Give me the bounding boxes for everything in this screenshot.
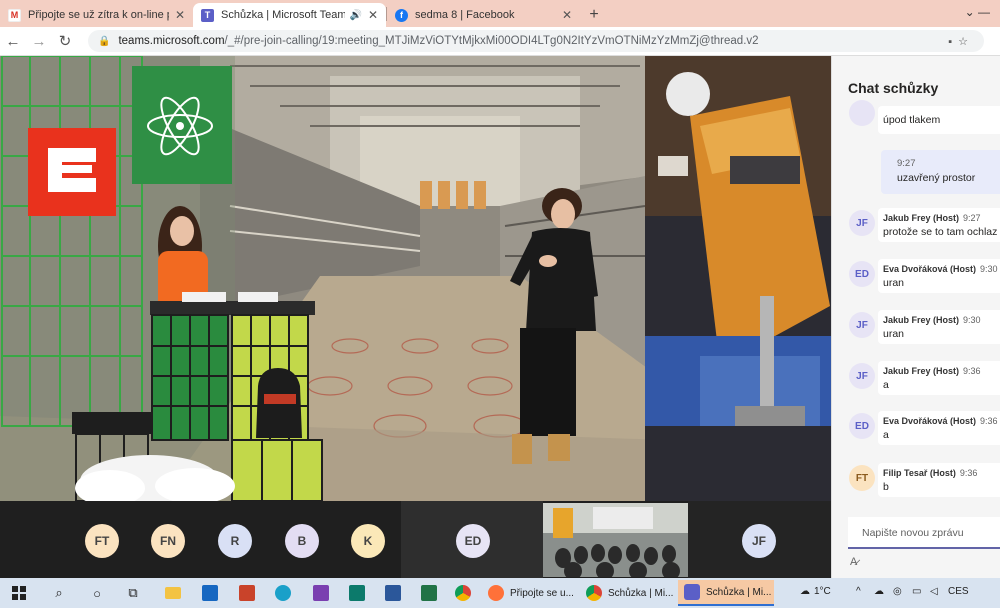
url-text: teams.microsoft.com/_#/pre-join-calling/… bbox=[118, 35, 759, 47]
message-bubble: Jakub Frey (Host) 9:27 protože se to tam … bbox=[878, 208, 1000, 242]
message-bubble: Jakub Frey (Host) 9:30 uran bbox=[878, 310, 1000, 344]
avatar: JF bbox=[849, 363, 875, 389]
facebook-icon: f bbox=[395, 8, 408, 22]
browser-toolbar: ← → ↻ 🔒 teams.microsoft.com/_#/pre-join-… bbox=[0, 27, 1000, 56]
teams-tray-icon[interactable]: ◎ bbox=[893, 586, 902, 597]
onenote-icon[interactable] bbox=[310, 582, 332, 604]
message-bubble: Filip Tesař (Host) 9:36 b bbox=[878, 463, 1000, 497]
taskbar-app-teams[interactable]: Schůzka | Mi... bbox=[678, 580, 774, 606]
participants-strip: FT FN R B K ED JF bbox=[0, 501, 831, 578]
onedrive-icon[interactable]: ☁ bbox=[874, 586, 884, 597]
language-indicator[interactable]: CES bbox=[948, 586, 969, 597]
stage-video-illustration bbox=[0, 56, 831, 501]
teams-icon: T bbox=[201, 8, 214, 22]
message-bubble: Jakub Frey (Host) 9:36 a bbox=[878, 361, 1000, 395]
close-icon[interactable]: ✕ bbox=[175, 8, 185, 22]
participant-video-tile[interactable] bbox=[543, 503, 688, 577]
powerpoint-icon[interactable] bbox=[236, 582, 258, 604]
participant-avatar[interactable]: K bbox=[351, 524, 385, 558]
tab-title: sedma 8 | Facebook bbox=[415, 9, 515, 21]
avatar: FT bbox=[849, 465, 875, 491]
windows-taskbar: ⌕ ○ ⧉ Připojte se u... Schůzka | Mi... S… bbox=[0, 578, 1000, 608]
excel-icon[interactable] bbox=[418, 582, 440, 604]
tab-teams[interactable]: T Schůzka | Microsoft Teams 🔊 ✕ bbox=[193, 3, 386, 27]
participant-tile[interactable]: JF bbox=[688, 501, 831, 578]
gmail-icon: M bbox=[8, 8, 21, 22]
participant-avatar: ED bbox=[456, 524, 490, 558]
chat-compose-input[interactable]: Napište novou zprávu bbox=[848, 517, 1000, 549]
task-view-icon[interactable]: ⧉ bbox=[122, 582, 144, 604]
word-icon[interactable] bbox=[382, 582, 404, 604]
participant-avatar[interactable]: FT bbox=[85, 524, 119, 558]
avatar: ED bbox=[849, 261, 875, 287]
message-bubble: Eva Dvořáková (Host) 9:36 a bbox=[878, 411, 1000, 445]
video-stage bbox=[0, 56, 831, 501]
participant-avatar[interactable]: FN bbox=[151, 524, 185, 558]
participant-tile[interactable]: ED bbox=[401, 501, 543, 578]
publisher-icon[interactable] bbox=[346, 582, 368, 604]
participant-avatar[interactable]: B bbox=[285, 524, 319, 558]
forward-arrow-icon[interactable]: → bbox=[26, 33, 52, 50]
back-arrow-icon[interactable]: ← bbox=[0, 33, 26, 50]
avatar: ED bbox=[849, 413, 875, 439]
meeting-chat-panel: Chat schůzky úpod tlakem 9:27 uzavřený p… bbox=[831, 56, 1000, 578]
temperature-text[interactable]: 1°C bbox=[814, 586, 831, 597]
tab-title: Schůzka | Microsoft Teams bbox=[221, 9, 346, 21]
file-explorer-icon[interactable] bbox=[162, 582, 184, 604]
format-icon[interactable]: A̷ bbox=[850, 556, 857, 568]
lock-icon[interactable]: 🔒 bbox=[98, 36, 110, 47]
new-tab-button[interactable]: + bbox=[580, 3, 608, 27]
weather-icon[interactable]: ☁ bbox=[800, 586, 810, 597]
avatar bbox=[849, 100, 875, 126]
window-controls[interactable]: ⌄ — bbox=[965, 5, 990, 19]
edge-icon[interactable] bbox=[272, 582, 294, 604]
teams-icon bbox=[684, 584, 700, 600]
message-bubble: Eva Dvořáková (Host) 9:30 uran bbox=[878, 259, 1000, 293]
classroom-video-illustration bbox=[543, 503, 688, 577]
speaker-icon[interactable]: 🔊 bbox=[349, 10, 361, 21]
avatar: JF bbox=[849, 312, 875, 338]
browser-tab-strip: M Připojte se už zítra k on-line proh ✕ … bbox=[0, 0, 1000, 27]
firefox-icon bbox=[488, 585, 504, 601]
start-windows-icon[interactable] bbox=[8, 582, 30, 604]
search-icon[interactable]: ⌕ bbox=[48, 582, 70, 604]
tab-title: Připojte se už zítra k on-line proh bbox=[28, 9, 169, 21]
message-bubble: 9:27 uzavřený prostor bbox=[881, 150, 1000, 194]
avatar: JF bbox=[849, 210, 875, 236]
participant-avatar: JF bbox=[742, 524, 776, 558]
cortana-icon[interactable]: ○ bbox=[86, 582, 108, 604]
close-icon[interactable]: ✕ bbox=[368, 8, 378, 22]
chat-title: Chat schůzky bbox=[848, 80, 939, 96]
volume-icon[interactable]: ◁ bbox=[930, 586, 938, 597]
tray-expand-icon[interactable]: ^ bbox=[856, 586, 861, 597]
participant-avatar[interactable]: R bbox=[218, 524, 252, 558]
tab-facebook[interactable]: f sedma 8 | Facebook ✕ bbox=[387, 3, 580, 27]
outlook-icon[interactable] bbox=[199, 582, 221, 604]
close-icon[interactable]: ✕ bbox=[562, 8, 572, 22]
taskbar-app-chrome[interactable]: Schůzka | Mi... bbox=[580, 580, 676, 606]
network-icon[interactable]: ▭ bbox=[912, 586, 921, 597]
address-bar[interactable]: 🔒 teams.microsoft.com/_#/pre-join-callin… bbox=[88, 30, 984, 52]
chrome-icon bbox=[586, 585, 602, 601]
reload-icon[interactable]: ↻ bbox=[52, 32, 78, 50]
extension-icons[interactable]: ▪☆ bbox=[948, 35, 974, 48]
message-bubble: úpod tlakem bbox=[878, 106, 1000, 134]
chrome-icon[interactable] bbox=[452, 582, 474, 604]
tab-gmail[interactable]: M Připojte se už zítra k on-line proh ✕ bbox=[0, 3, 193, 27]
taskbar-app-firefox[interactable]: Připojte se u... bbox=[482, 580, 578, 606]
